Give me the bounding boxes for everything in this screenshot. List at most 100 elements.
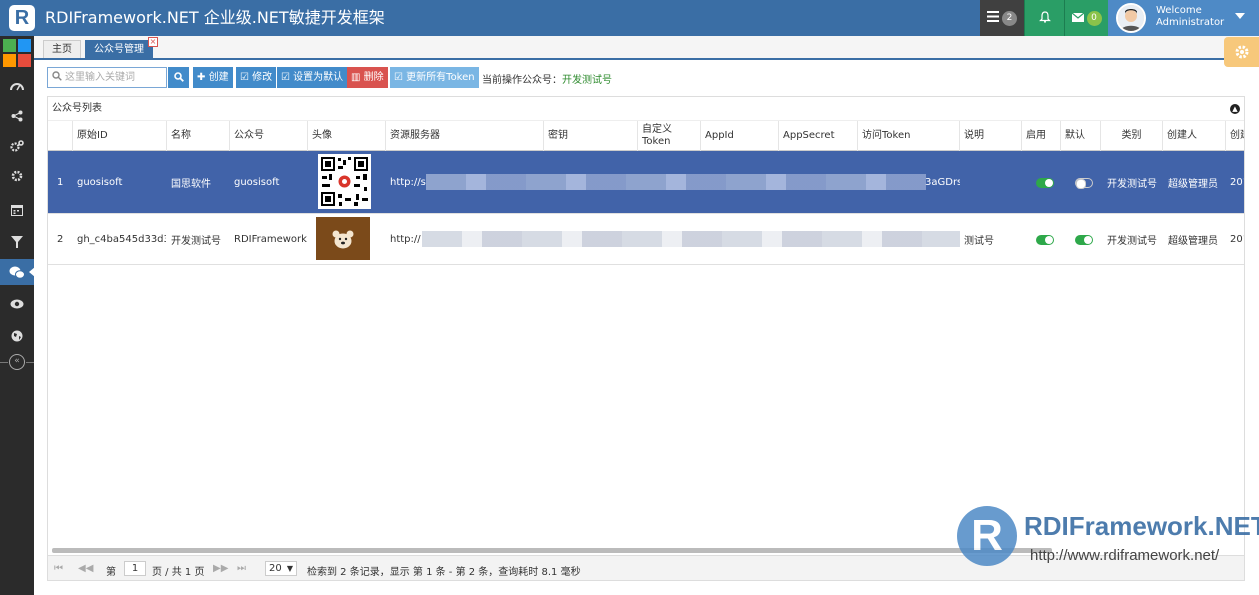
prev-page-icon[interactable]: ◀◀ [78, 563, 93, 574]
next-page-icon[interactable]: ▶▶ [213, 563, 228, 574]
search-input[interactable] [65, 70, 165, 85]
mail-button[interactable]: 0 [1064, 0, 1108, 36]
bell-icon [1038, 10, 1051, 26]
last-page-icon[interactable]: ⏭ [237, 563, 246, 574]
tasks-button[interactable]: 2 [980, 0, 1024, 36]
chevron-down-icon: ▼ [286, 564, 293, 573]
col-rownum [48, 121, 72, 151]
default-toggle[interactable] [1075, 178, 1093, 189]
plus-icon: ✚ [197, 72, 206, 83]
set-default-button[interactable]: ☑ 设置为默认 [277, 67, 348, 88]
grid-header: 原始ID 名称 公众号 头像 资源服务器 密钥 自定义Token AppId A… [48, 121, 1244, 151]
default-toggle[interactable] [1075, 235, 1093, 245]
horizontal-scrollbar[interactable] [52, 548, 1052, 553]
current-account-value: 开发测试号 [562, 75, 612, 86]
col-custom-token[interactable]: 自定义Token [637, 121, 700, 151]
col-name[interactable]: 名称 [166, 121, 229, 151]
first-page-icon[interactable]: ⏮ [54, 563, 63, 574]
globe-icon[interactable] [0, 323, 34, 349]
delete-button[interactable]: ▥ 删除 [347, 67, 388, 88]
redacted-values [422, 231, 960, 247]
delete-label: 删除 [363, 72, 384, 83]
col-access-token[interactable]: 访问Token [857, 121, 959, 151]
table-row[interactable]: 2 gh_c4ba545d33d3 开发测试号 RDIFramework. ht… [48, 214, 1244, 265]
col-default[interactable]: 默认 [1060, 121, 1100, 151]
qr-code-image [318, 154, 371, 209]
enabled-toggle[interactable] [1036, 178, 1054, 188]
user-menu[interactable]: Welcome Administrator [1108, 0, 1259, 36]
dashboard-icon[interactable] [0, 73, 34, 99]
watermark-url: http://www.rdiframework.net/ [1030, 547, 1220, 564]
col-account[interactable]: 公众号 [229, 121, 307, 151]
page-prefix: 第 [106, 567, 116, 578]
watermark-name: RDIFramework.NET [1024, 511, 1259, 541]
settings-gear-icon[interactable] [1224, 37, 1259, 67]
tab-account-management[interactable]: 公众号管理 × [85, 37, 158, 58]
cell-token-tail: 3aGDrs [925, 176, 960, 188]
create-button[interactable]: ✚ 创建 [193, 67, 233, 88]
edit-icon: ☑ [394, 72, 403, 83]
sidebar: « [0, 36, 35, 595]
watermark-logo: R [957, 506, 1017, 566]
mail-badge: 0 [1086, 10, 1102, 26]
user-name: Administrator [1156, 17, 1225, 28]
caret-down-icon [1235, 13, 1245, 19]
calendar-icon[interactable] [0, 197, 34, 223]
share-icon[interactable] [0, 103, 34, 129]
col-note[interactable]: 说明 [959, 121, 1021, 151]
cell-created: 201 [1230, 233, 1244, 245]
collapse-icon[interactable]: ▲ [1230, 104, 1240, 114]
col-original-id[interactable]: 原始ID [72, 121, 166, 151]
cell-category: 开发测试号 [1107, 235, 1157, 247]
edit-icon: ☑ [240, 72, 249, 83]
tab-bar: 主页 公众号管理 × [34, 36, 1259, 60]
col-creator[interactable]: 创建人 [1162, 121, 1225, 151]
sidebar-collapse-icon[interactable]: « [0, 354, 34, 370]
avatar [1116, 3, 1146, 33]
app-tiles-icon[interactable] [3, 39, 31, 67]
gear-icon[interactable] [0, 163, 34, 189]
app-logo: R [9, 5, 35, 31]
wechat-icon[interactable] [0, 259, 35, 285]
cell-original-id: guosisoft [77, 176, 123, 188]
tab-home[interactable]: 主页 [43, 40, 81, 58]
page-size-select[interactable]: 20 ▼ [265, 561, 297, 576]
search-icon [173, 72, 184, 83]
enabled-toggle[interactable] [1036, 235, 1054, 245]
edit-label: 修改 [252, 72, 273, 83]
cell-creator: 超级管理员 [1168, 235, 1218, 247]
refresh-token-button[interactable]: ☑ 更新所有Token [390, 67, 479, 88]
tasks-badge: 2 [1002, 10, 1017, 26]
pager-summary: 检索到 2 条记录，显示 第 1 条 - 第 2 条，查询耗时 8.1 毫秒 [307, 567, 581, 578]
create-label: 创建 [208, 72, 229, 83]
filter-icon[interactable] [0, 229, 34, 255]
col-appsecret[interactable]: AppSecret [778, 121, 857, 151]
col-appid[interactable]: AppId [700, 121, 778, 151]
account-grid: 公众号列表 ▲ 原始ID 名称 公众号 头像 资源服务器 密钥 自定义Token… [47, 96, 1245, 581]
cell-category: 开发测试号 [1107, 178, 1157, 190]
current-account: 当前操作公众号：开发测试号 [482, 71, 612, 86]
cell-account: guosisoft [234, 176, 280, 188]
col-created[interactable]: 创建 [1225, 121, 1244, 151]
cell-note: 测试号 [964, 235, 994, 247]
row-number: 2 [57, 233, 64, 245]
search-button[interactable] [168, 67, 189, 88]
cogs-icon[interactable] [0, 133, 34, 159]
col-enabled[interactable]: 启用 [1021, 121, 1060, 151]
col-secret[interactable]: 密钥 [543, 121, 637, 151]
top-header: R RDIFramework.NET 企业级.NET敏捷开发框架 2 0 Wel… [0, 0, 1259, 36]
edit-button[interactable]: ☑ 修改 [236, 67, 277, 88]
eye-icon[interactable] [0, 291, 34, 317]
cell-note [959, 151, 1021, 213]
tab-close-icon[interactable]: × [148, 37, 158, 47]
table-row[interactable]: 1 guosisoft 国思软件 guosisoft http://s 3aGD… [48, 151, 1244, 214]
col-avatar[interactable]: 头像 [307, 121, 385, 151]
trash-icon: ▥ [351, 72, 361, 83]
cell-created: 201 [1230, 176, 1244, 188]
col-server[interactable]: 资源服务器 [385, 121, 543, 151]
col-category[interactable]: 类别 [1100, 121, 1162, 151]
page-number-input[interactable]: 1 [124, 561, 146, 576]
notifications-button[interactable] [1024, 0, 1064, 36]
edit-icon: ☑ [281, 72, 290, 83]
cell-account: RDIFramework. [234, 233, 307, 245]
